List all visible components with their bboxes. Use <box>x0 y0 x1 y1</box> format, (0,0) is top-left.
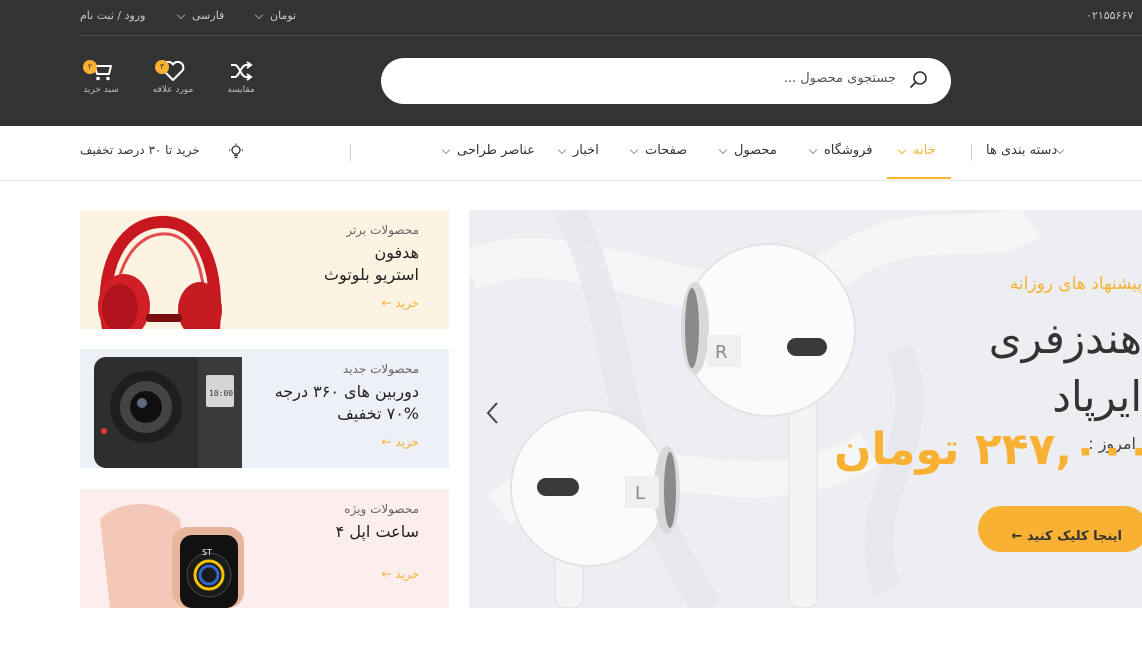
language-label: فارسی <box>192 9 225 22</box>
card-buy-link[interactable]: خرید ← <box>381 296 419 310</box>
nav-label: محصول <box>734 143 777 158</box>
chevron-down-icon <box>176 10 186 20</box>
compare-label: مقایسه <box>227 85 255 95</box>
chevron-down-icon <box>441 145 451 154</box>
chevron-down-icon <box>254 10 264 20</box>
card-tag: محصولات جدید <box>342 362 419 376</box>
main-nav: خرید تا ۳۰ درصد تخفیف عناصر طراحی اخبار … <box>0 126 1142 181</box>
hero-title: هندزفری ایرپاد <box>989 310 1142 426</box>
nav-item-news[interactable]: اخبار <box>557 143 599 158</box>
chevron-left-icon[interactable] <box>485 400 501 426</box>
search-input[interactable] <box>401 71 896 86</box>
chevron-down-icon <box>629 145 639 154</box>
cart-button[interactable]: ۲ سبد خرید <box>71 60 131 108</box>
categories-menu[interactable]: دسته بندی ها <box>986 143 1137 158</box>
nav-item-design-elements[interactable]: عناصر طراحی <box>441 143 535 158</box>
hero-price: ۲۴۷,۰۰۰ تومان <box>834 424 1142 475</box>
lightbulb-icon <box>229 143 243 159</box>
hero-cta-button[interactable]: اینجا کلیک کنید ← <box>978 506 1142 552</box>
cart-label: سبد خرید <box>83 85 119 95</box>
svg-text:ST: ST <box>202 548 212 557</box>
compare-button[interactable]: مقایسه <box>211 60 271 108</box>
chevron-down-icon <box>1055 145 1065 154</box>
top-strip: ورود / ثبت نام فارسی تومان ۰۲۱۵۵۶۶۷ <box>80 0 1142 36</box>
nav-label: خانه <box>913 143 936 158</box>
nav-label: صفحات <box>645 143 688 158</box>
hero-subtitle: پیشنهاد های روزانه <box>1009 274 1142 294</box>
shuffle-icon <box>231 61 253 81</box>
nav-divider <box>350 144 351 161</box>
search-box <box>381 58 951 104</box>
card-title: هدفون استریو بلوتوث <box>324 242 419 286</box>
top-header: ورود / ثبت نام فارسی تومان ۰۲۱۵۵۶۶۷ ۲ سب… <box>0 0 1142 126</box>
card-title: دوربین های ۳۶۰ درجه ۷۰% تخفیف <box>275 381 419 425</box>
card-title-line: ساعت اپل ۴ <box>335 522 419 541</box>
wishlist-label: مورد علاقه <box>152 85 194 95</box>
nav-item-pages[interactable]: صفحات <box>629 143 688 158</box>
card-title-line: هدفون <box>374 243 420 262</box>
wishlist-count-badge: ۳ <box>155 60 169 74</box>
chevron-down-icon <box>557 145 567 154</box>
nav-divider <box>971 144 972 161</box>
nav-label: فروشگاه <box>824 143 873 158</box>
chevron-down-icon <box>808 145 818 154</box>
currency-selector[interactable]: تومان <box>254 9 297 22</box>
wishlist-button[interactable]: ۳ مورد علاقه <box>143 60 203 108</box>
nav-item-home[interactable]: خانه <box>897 143 936 158</box>
language-selector[interactable]: فارسی <box>176 9 225 22</box>
cart-count-badge: ۲ <box>83 60 97 74</box>
card-tag: محصولات ویژه <box>344 502 419 516</box>
promo-text: خرید تا ۳۰ درصد تخفیف <box>80 143 200 157</box>
promo-card-headphones[interactable]: محصولات برتر هدفون استریو بلوتوث خرید ← <box>80 210 449 329</box>
card-title-line: استریو بلوتوث <box>323 265 419 284</box>
watch-image: ST <box>100 504 244 608</box>
card-tag: محصولات برتر <box>346 223 419 237</box>
promo-card-camera[interactable]: 10:00 محصولات جدید دوربین های ۳۶۰ درجه ۷۰… <box>80 349 449 468</box>
nav-item-product[interactable]: محصول <box>718 143 777 158</box>
svg-text:L: L <box>635 483 645 504</box>
svg-text:R: R <box>715 342 728 363</box>
chevron-down-icon <box>897 145 907 154</box>
currency-label: تومان <box>270 9 297 22</box>
categories-label: دسته بندی ها <box>986 143 1058 158</box>
active-nav-indicator <box>887 177 951 179</box>
nav-label: عناصر طراحی <box>457 143 535 158</box>
card-buy-link[interactable]: خرید ← <box>381 567 419 581</box>
svg-text:10:00: 10:00 <box>209 389 233 398</box>
chevron-down-icon <box>718 145 728 154</box>
nav-item-shop[interactable]: فروشگاه <box>808 143 873 158</box>
hero-title-line: هندزفری <box>988 314 1142 363</box>
phone-number: ۰۲۱۵۵۶۶۷ <box>1086 9 1134 22</box>
account-link[interactable]: ورود / ثبت نام <box>80 9 145 22</box>
card-buy-link[interactable]: خرید ← <box>381 435 419 449</box>
hero-title-line: ایرپاد <box>1052 372 1142 421</box>
card-title: ساعت اپل ۴ <box>336 521 419 543</box>
headphones-image <box>98 215 222 329</box>
card-title-line: دوربین های ۳۶۰ درجه <box>274 382 419 401</box>
camera-image: 10:00 <box>94 357 242 468</box>
hero-slider: R L پیشنهاد های روزانه هندزفری ایرپاد ام… <box>469 210 1142 608</box>
card-title-line: ۷۰% تخفیف <box>337 404 419 423</box>
search-icon[interactable] <box>909 70 929 90</box>
promo-card-watch[interactable]: ST محصولات ویژه ساعت اپل ۴ خرید ← <box>80 489 449 608</box>
nav-label: اخبار <box>573 143 599 158</box>
